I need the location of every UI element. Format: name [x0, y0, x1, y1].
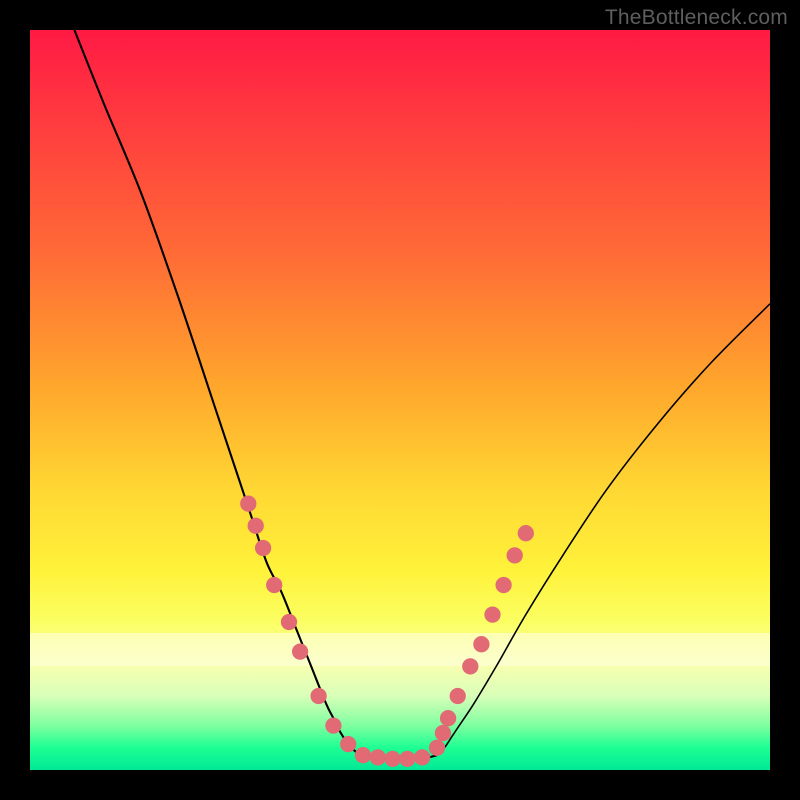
- marker-dot: [429, 740, 445, 756]
- watermark-text: TheBottleneck.com: [605, 6, 788, 30]
- marker-dot: [325, 717, 341, 733]
- marker-dot: [266, 577, 282, 593]
- chart-frame: TheBottleneck.com: [0, 0, 800, 800]
- marker-dot: [399, 751, 415, 767]
- marker-dot: [240, 495, 256, 511]
- marker-dot: [292, 643, 308, 659]
- marker-dot: [495, 577, 511, 593]
- marker-dot: [462, 658, 478, 674]
- plot-area: [30, 30, 770, 770]
- marker-dot: [507, 547, 523, 563]
- marker-dot: [473, 636, 489, 652]
- marker-dot: [435, 725, 451, 741]
- marker-dot: [450, 688, 466, 704]
- marker-svg: [30, 30, 770, 770]
- marker-dot: [484, 606, 500, 622]
- marker-dot: [281, 614, 297, 630]
- marker-dot: [384, 751, 400, 767]
- marker-dot: [414, 749, 430, 765]
- marker-dot: [440, 710, 456, 726]
- marker-dot: [340, 736, 356, 752]
- marker-dot: [355, 747, 371, 763]
- marker-dot: [370, 749, 386, 765]
- marker-dot: [255, 540, 271, 556]
- marker-dot: [518, 525, 534, 541]
- marker-dot: [310, 688, 326, 704]
- marker-dot: [248, 518, 264, 534]
